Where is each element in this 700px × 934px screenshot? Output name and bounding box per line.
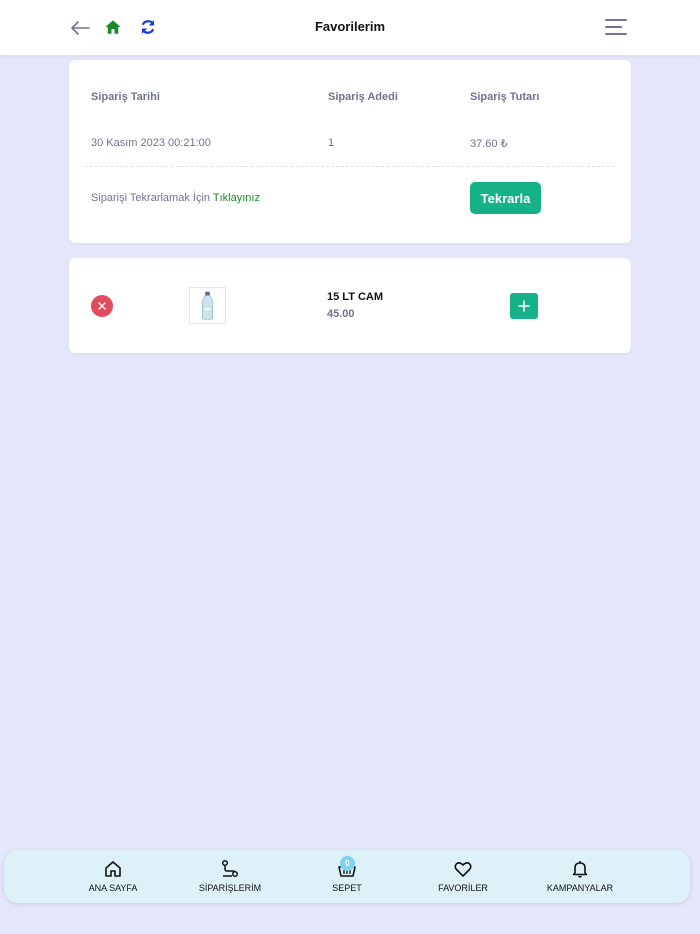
nav-campaigns[interactable]: KAMPANYALAR xyxy=(525,859,635,899)
repeat-order-text: Siparişi Tekrarlamak İçin Tıklayınız xyxy=(91,192,260,204)
remove-favorite-button[interactable] xyxy=(91,295,113,317)
nav-favorites[interactable]: FAVORİLER xyxy=(408,859,518,899)
order-count-value: 1 xyxy=(328,137,335,149)
nav-orders[interactable]: SİPARİŞLERİM xyxy=(175,859,285,899)
repeat-order-link[interactable]: Tıklayınız xyxy=(213,192,260,204)
plus-icon xyxy=(518,300,530,312)
order-total-header: Sipariş Tutarı xyxy=(470,91,540,103)
top-bar: Favorilerim xyxy=(0,0,700,55)
order-divider xyxy=(85,166,615,167)
product-price: 45.00 xyxy=(327,308,355,320)
repeat-prompt: Siparişi Tekrarlamak İçin xyxy=(91,192,211,204)
nav-campaigns-label: KAMPANYALAR xyxy=(546,883,614,893)
nav-home-label: ANA SAYFA xyxy=(88,883,138,893)
order-card: Sipariş Tarihi Sipariş Adedi Sipariş Tut… xyxy=(69,60,631,243)
product-name: 15 LT CAM xyxy=(327,291,384,303)
favorite-item: 15 LT CAM 45.00 xyxy=(69,258,631,353)
nav-home[interactable]: ANA SAYFA xyxy=(58,859,168,899)
nav-cart-label: SEPET xyxy=(332,883,362,893)
close-icon xyxy=(98,302,106,310)
order-date-value: 30 Kasım 2023 00:21:00 xyxy=(91,137,211,149)
nav-cart[interactable]: 0 SEPET xyxy=(292,856,402,899)
order-total-value: 37.60 ₺ xyxy=(470,138,508,150)
page-title: Favorilerim xyxy=(314,19,386,34)
order-count-header: Sipariş Adedi xyxy=(328,91,398,103)
route-icon xyxy=(221,859,239,878)
bottom-navigation: ANA SAYFA SİPARİŞLERİM 0 SEPET FAVORİLER xyxy=(4,850,690,903)
nav-orders-label: SİPARİŞLERİM xyxy=(198,883,262,893)
nav-favorites-label: FAVORİLER xyxy=(438,883,488,893)
cart-count-badge: 0 xyxy=(340,856,355,871)
menu-icon[interactable] xyxy=(604,17,628,37)
product-image xyxy=(189,287,226,324)
repeat-order-button[interactable]: Tekrarla xyxy=(470,182,541,214)
home-outline-icon xyxy=(105,861,121,877)
water-bottle-image xyxy=(201,291,214,320)
add-to-cart-button[interactable] xyxy=(510,293,538,319)
order-date-header: Sipariş Tarihi xyxy=(91,91,160,103)
heart-icon xyxy=(454,862,472,877)
bell-icon xyxy=(572,861,588,878)
